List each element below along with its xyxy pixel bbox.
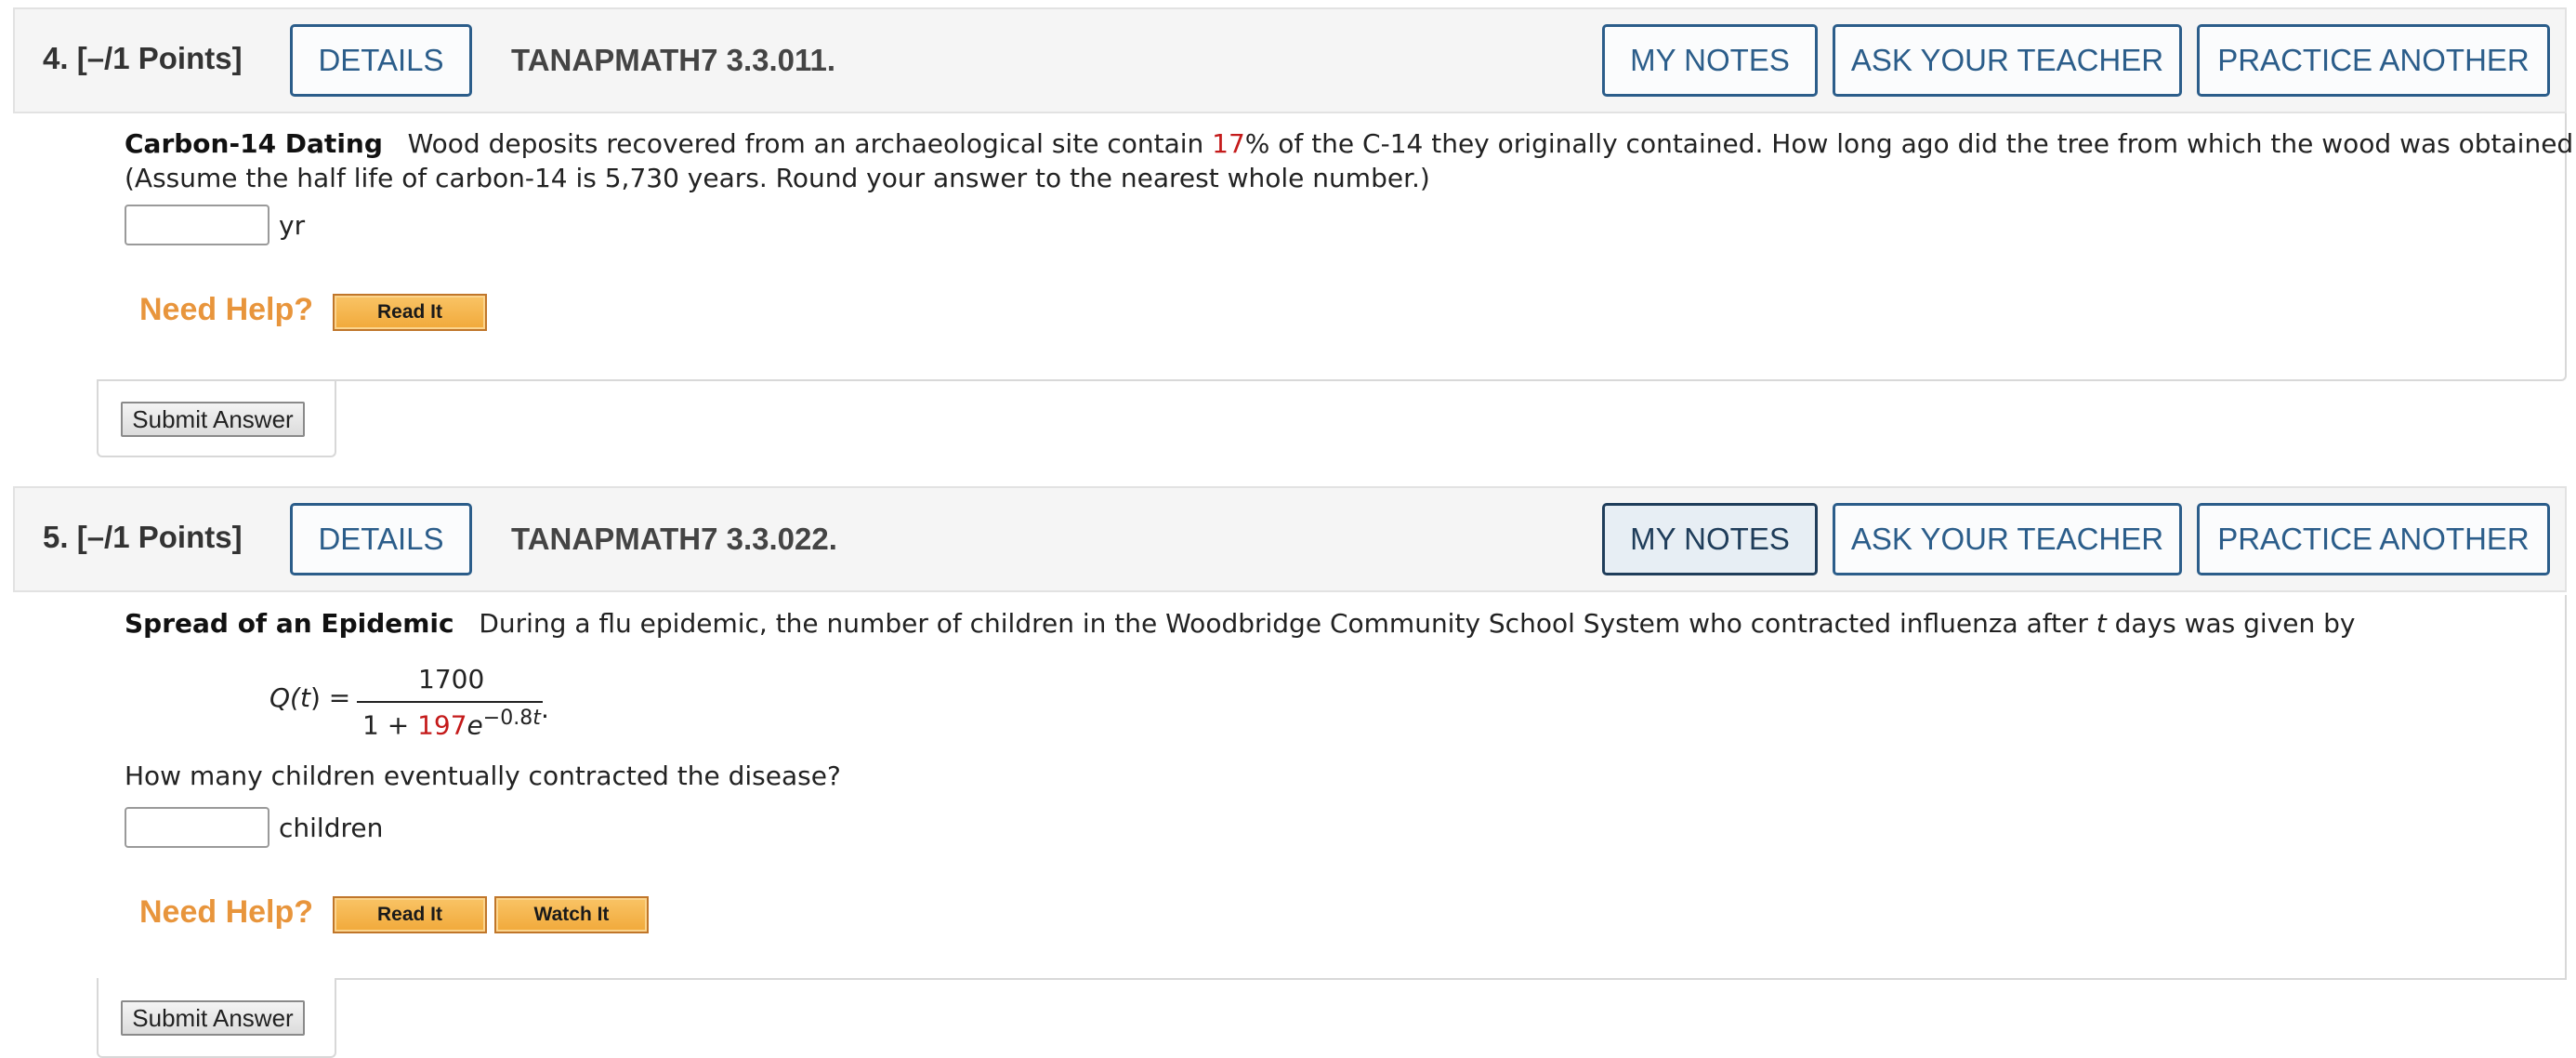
formula-t: t (299, 682, 310, 713)
question-number-label: 5. (43, 520, 69, 554)
body-right-border (2565, 595, 2567, 980)
denom-coef: 197 (417, 709, 467, 741)
denom-exp: −0.8 (482, 707, 533, 730)
problem-title: Spread of an Epidemic (125, 608, 454, 639)
submit-area: Submit Answer (97, 381, 336, 457)
problem-text-b: % of the C-14 they originally contained.… (1244, 128, 2576, 159)
problem-text-b: days was given by (2106, 608, 2356, 639)
answer-input[interactable] (125, 205, 269, 245)
formula-equals: ) = (309, 682, 351, 713)
question-5: 5. [–/1 Points] DETAILS TANAPMATH7 3.3.0… (0, 482, 2576, 1058)
formula-period: . (541, 694, 549, 724)
my-notes-button[interactable]: MY NOTES (1602, 503, 1818, 575)
formula-denominator: 1 + 197e−0.8t (362, 707, 541, 740)
problem-text-line-1: Spread of an Epidemic During a flu epide… (125, 606, 2356, 641)
submit-area: Submit Answer (97, 978, 336, 1058)
ask-your-teacher-button[interactable]: ASK YOUR TEACHER (1833, 503, 2182, 575)
question-number-label: 4. (43, 41, 69, 75)
practice-another-button[interactable]: PRACTICE ANOTHER (2197, 503, 2550, 575)
question-code: TANAPMATH7 3.3.022. (511, 522, 837, 556)
denom-a: 1 + (362, 709, 418, 741)
practice-another-button[interactable]: PRACTICE ANOTHER (2197, 24, 2550, 97)
fraction-bar (357, 701, 543, 703)
denom-e: e (467, 709, 483, 741)
read-it-button[interactable]: Read It (333, 896, 487, 933)
question-number: 5. [–/1 Points] (43, 520, 243, 555)
watch-it-button[interactable]: Watch It (494, 896, 649, 933)
problem-text-line-2: (Assume the half life of carbon-14 is 5,… (125, 163, 1430, 193)
question-header: 5. [–/1 Points] DETAILS TANAPMATH7 3.3.0… (13, 486, 2567, 592)
answer-unit: yr (279, 210, 306, 241)
percent-value: 17 (1212, 128, 1245, 159)
question-points: [–/1 Points] (76, 520, 243, 554)
variable-t: t (2096, 608, 2107, 639)
question-code: TANAPMATH7 3.3.011. (511, 43, 836, 77)
read-it-button[interactable]: Read It (333, 294, 487, 331)
details-button[interactable]: DETAILS (290, 24, 472, 97)
details-button[interactable]: DETAILS (290, 503, 472, 575)
need-help-label: Need Help? (139, 894, 314, 930)
problem-title: Carbon-14 Dating (125, 128, 383, 159)
problem-text-a: Wood deposits recovered from an archaeol… (407, 128, 1213, 159)
formula-numerator: 1700 (418, 664, 485, 694)
question-points: [–/1 Points] (76, 41, 243, 75)
answer-input[interactable] (125, 807, 269, 848)
question-4: 4. [–/1 Points] DETAILS TANAPMATH7 3.3.0… (0, 0, 2576, 483)
question-number: 4. [–/1 Points] (43, 41, 243, 76)
ask-your-teacher-button[interactable]: ASK YOUR TEACHER (1833, 24, 2182, 97)
need-help-label: Need Help? (139, 292, 314, 327)
formula-lhs: Q(t) = (269, 682, 350, 713)
answer-unit: children (279, 813, 384, 843)
problem-question: How many children eventually contracted … (125, 760, 841, 791)
denom-exp-t: t (532, 707, 541, 730)
submit-answer-button[interactable]: Submit Answer (121, 1000, 305, 1036)
formula-q: Q( (269, 682, 300, 713)
submit-answer-button[interactable]: Submit Answer (121, 402, 305, 437)
problem-text-line-1: Carbon-14 Dating Wood deposits recovered… (125, 126, 2576, 162)
problem-text-a: During a flu epidemic, the number of chi… (479, 608, 2096, 639)
my-notes-button[interactable]: MY NOTES (1602, 24, 1818, 97)
section-divider (335, 978, 2567, 980)
question-header: 4. [–/1 Points] DETAILS TANAPMATH7 3.3.0… (13, 7, 2567, 113)
